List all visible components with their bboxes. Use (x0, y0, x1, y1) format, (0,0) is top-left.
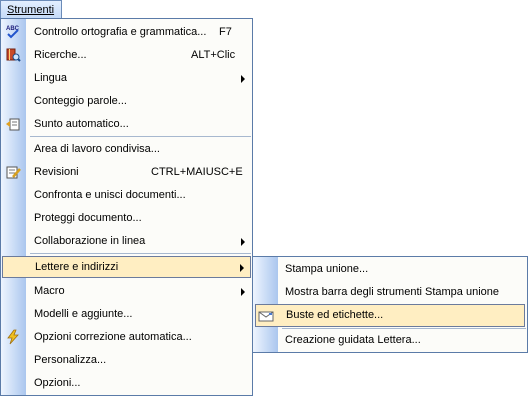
letters-mailings-submenu: Stampa unione... Mostra barra degli stru… (252, 256, 528, 353)
autosummarize-icon (5, 116, 21, 132)
menu-item-label: Modelli e aggiunte... (34, 308, 133, 320)
menu-item-label: Controllo ortografia e grammatica... (34, 26, 207, 38)
menu-item-label: Confronta e unisci documenti... (34, 189, 186, 201)
menu-item-templates-addins[interactable]: Modelli e aggiunte... (1, 303, 252, 325)
menu-item-label: Opzioni correzione automatica... (34, 331, 192, 343)
menu-strumenti[interactable]: Strumenti (0, 0, 62, 19)
menu-item-label: Proteggi documento... (34, 212, 142, 224)
tools-dropdown-menu: ABC Controllo ortografia e grammatica...… (0, 18, 253, 396)
submenu-item-label: Stampa unione... (285, 263, 369, 275)
submenu-item-letter-wizard[interactable]: Creazione guidata Lettera... (253, 329, 527, 352)
submenu-item-label: Mostra barra degli strumenti Stampa unio… (285, 286, 499, 298)
menu-item-label: Conteggio parole... (34, 95, 127, 107)
autocorrect-lightning-icon (5, 329, 21, 345)
menu-item-label: Area di lavoro condivisa... (34, 143, 160, 155)
track-changes-icon (5, 164, 21, 180)
menu-item-label: Personalizza... (34, 354, 107, 366)
menu-item-track-changes[interactable]: Revisioni CTRL+MAIUSC+E (1, 161, 252, 183)
submenu-item-show-mail-merge-toolbar[interactable]: Mostra barra degli strumenti Stampa unio… (253, 281, 527, 304)
submenu-arrow-icon (241, 75, 245, 83)
shortcut-text: F7 (219, 26, 232, 38)
submenu-item-label: Buste ed etichette... (286, 309, 384, 321)
menu-item-compare-merge[interactable]: Confronta e unisci documenti... (1, 184, 252, 206)
menu-item-label: Revisioni (34, 166, 79, 178)
menu-item-options[interactable]: Opzioni... (1, 372, 252, 394)
menu-item-label: Lettere e indirizzi (35, 261, 119, 273)
menu-item-research[interactable]: Ricerche... ALT+Clic (1, 44, 252, 66)
submenu-arrow-icon (241, 238, 245, 246)
submenu-item-label: Creazione guidata Lettera... (285, 334, 421, 346)
menu-item-spelling-grammar[interactable]: ABC Controllo ortografia e grammatica...… (1, 21, 252, 43)
submenu-item-envelopes-labels[interactable]: Buste ed etichette... (255, 304, 525, 327)
menu-item-label: Opzioni... (34, 377, 81, 389)
menu-item-label: Collaborazione in linea (34, 235, 146, 247)
menu-strumenti-label: Strumenti (7, 4, 55, 16)
menu-item-customize[interactable]: Personalizza... (1, 349, 252, 371)
menu-item-word-count[interactable]: Conteggio parole... (1, 90, 252, 112)
submenu-arrow-icon (240, 264, 244, 272)
submenu-item-mail-merge[interactable]: Stampa unione... (253, 258, 527, 281)
menu-item-language[interactable]: Lingua (1, 67, 252, 89)
shortcut-text: ALT+Clic (191, 49, 236, 61)
menu-item-autocorrect-options[interactable]: Opzioni correzione automatica... (1, 326, 252, 348)
menu-item-shared-workspace[interactable]: Area di lavoro condivisa... (1, 138, 252, 160)
menu-separator (30, 136, 251, 137)
menu-item-online-collaboration[interactable]: Collaborazione in linea (1, 230, 252, 252)
menu-item-label: Ricerche... (34, 49, 87, 61)
envelope-icon (258, 308, 274, 324)
menu-item-letters-mailings[interactable]: Lettere e indirizzi (2, 256, 251, 278)
menu-separator (30, 253, 251, 254)
submenu-arrow-icon (241, 288, 245, 296)
menu-item-macro[interactable]: Macro (1, 280, 252, 302)
menu-item-label: Macro (34, 285, 65, 297)
spelling-abc-icon: ABC (5, 24, 21, 40)
menu-item-label: Lingua (34, 72, 68, 84)
research-book-icon (5, 47, 21, 63)
menu-item-protect-document[interactable]: Proteggi documento... (1, 207, 252, 229)
menu-item-label: Sunto automatico... (34, 118, 129, 130)
menu-item-autosummarize[interactable]: Sunto automatico... (1, 113, 252, 135)
shortcut-text: CTRL+MAIUSC+E (151, 166, 243, 178)
